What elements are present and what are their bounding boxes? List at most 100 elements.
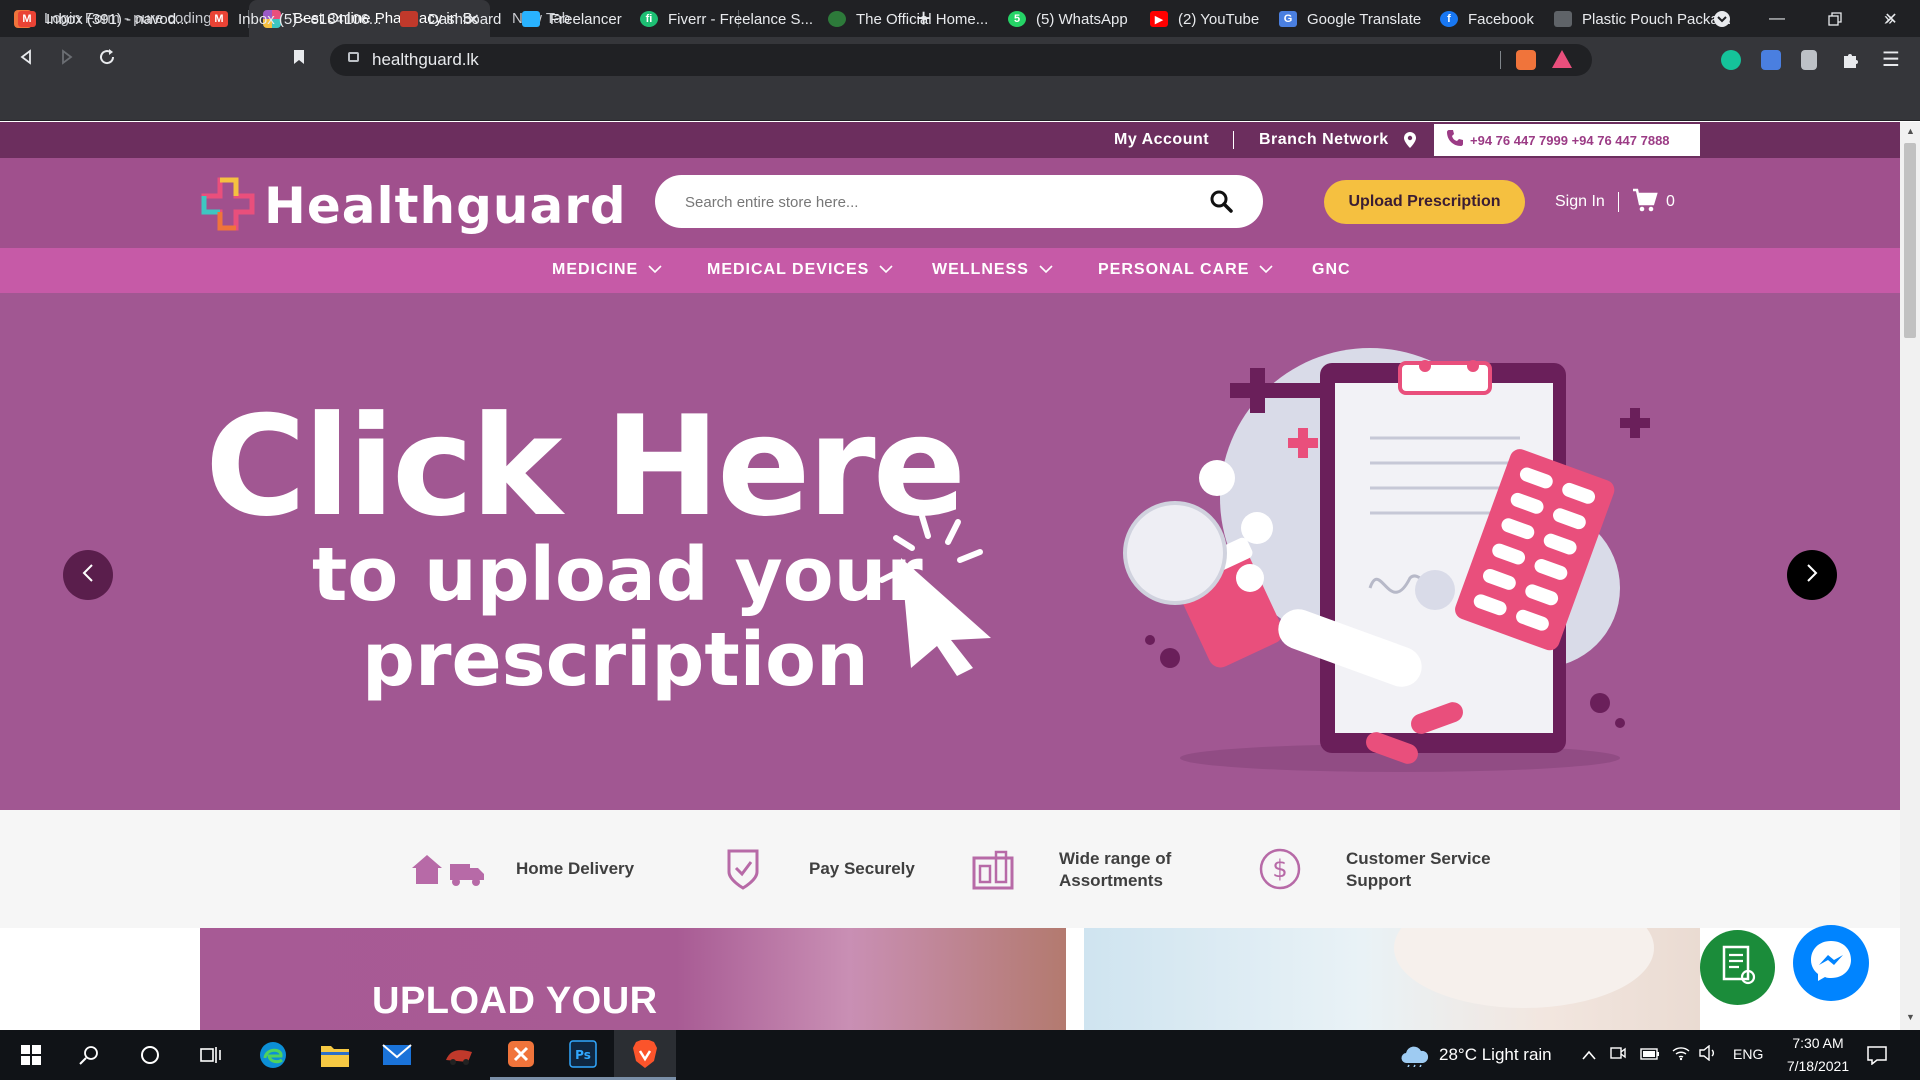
pouch-icon [1554, 11, 1572, 27]
hero-banner[interactable]: Click Here to upload your prescription [0, 293, 1900, 810]
bookmark-item[interactable]: M Inbox (5) - e184106... [210, 0, 381, 38]
hero-subline: prescription [362, 617, 869, 703]
edge-icon[interactable] [242, 1030, 304, 1080]
chevron-up-icon[interactable] [1582, 1047, 1596, 1065]
bookmark-item[interactable]: ▶ (2) YouTube [1150, 0, 1259, 38]
bookmark-item[interactable]: fi Fiverr - Freelance S... [640, 0, 813, 38]
nav-gnc[interactable]: GNC [1312, 261, 1351, 279]
restore-icon[interactable] [1806, 0, 1864, 37]
bookmark-label: Inbox (5) - e184106... [238, 10, 382, 28]
task-view-icon[interactable] [180, 1030, 242, 1080]
scrollbar-thumb[interactable] [1904, 143, 1916, 338]
chevron-left-icon [82, 563, 94, 588]
bookmark-label: (2) YouTube [1178, 10, 1260, 28]
shield-check-icon [726, 848, 760, 895]
meet-now-icon[interactable] [1610, 1045, 1626, 1066]
wifi-icon[interactable] [1672, 1045, 1690, 1066]
cart-icon[interactable] [1632, 188, 1658, 217]
url-text[interactable]: healthguard.lk [372, 50, 479, 70]
translate-icon: G [1279, 11, 1297, 27]
cortana-icon[interactable] [119, 1030, 181, 1080]
back-icon[interactable] [18, 48, 34, 71]
dashboard-icon [400, 11, 418, 27]
forward-icon[interactable] [59, 48, 75, 71]
brave-shields-icon[interactable] [1516, 50, 1536, 70]
brave-rewards-icon[interactable] [1552, 50, 1572, 68]
grammarly-icon[interactable] [1721, 50, 1741, 70]
nav-wellness[interactable]: WELLNESS [932, 261, 1053, 279]
feature-home-delivery: Home Delivery [516, 859, 635, 878]
bookmark-item[interactable]: Freelancer [522, 0, 622, 38]
search-icon[interactable] [1209, 189, 1233, 218]
bookmark-item[interactable]: M Inbox (391) - navod... [18, 0, 189, 38]
facebook-icon: f [1440, 11, 1458, 27]
scroll-up-icon[interactable]: ▲ [1906, 126, 1915, 136]
bookmark-label: Fiverr - Freelance S... [668, 10, 814, 28]
features-strip: Home Delivery Pay Securely Wide range of… [0, 810, 1900, 928]
minimize-icon[interactable]: — [1748, 0, 1806, 37]
home-delivery-icon [410, 852, 486, 891]
branch-network-link[interactable]: Branch Network [1259, 131, 1389, 149]
bookmark-item[interactable]: The Official Home... [828, 0, 988, 38]
reader-icon[interactable] [1801, 50, 1817, 70]
carousel-next-button[interactable] [1787, 550, 1837, 600]
bookmark-icon[interactable] [292, 48, 306, 71]
my-account-link[interactable]: My Account [1114, 131, 1209, 149]
feature-line: Assortments [1059, 871, 1163, 890]
more-bookmarks-chevron-icon[interactable]: » [1884, 0, 1894, 38]
xampp-icon[interactable] [490, 1030, 552, 1080]
shelf-icon [972, 848, 1014, 895]
nav-medicine[interactable]: MEDICINE [552, 261, 662, 279]
start-windows-icon[interactable] [0, 1030, 62, 1080]
search-icon[interactable] [58, 1030, 120, 1080]
dollar-circle-icon: $ [1259, 848, 1301, 895]
main-navigation: MEDICINE MEDICAL DEVICES WELLNESS PERSON… [0, 248, 1900, 293]
file-explorer-icon[interactable] [304, 1030, 366, 1080]
nav-personal-care[interactable]: PERSONAL CARE [1098, 261, 1273, 279]
search-bar[interactable] [655, 175, 1263, 228]
upload-promo-banner[interactable]: UPLOAD YOUR [200, 928, 1066, 1030]
bookmark-item[interactable]: Dashboard [400, 0, 501, 38]
healthguard-logo[interactable]: Healthguard [200, 176, 627, 236]
bookmark-item[interactable]: G Google Translate [1279, 0, 1421, 38]
freelancer-icon [522, 11, 540, 27]
nav-label: WELLNESS [932, 261, 1029, 278]
bookmark-item[interactable]: f Facebook [1440, 0, 1534, 38]
search-input[interactable] [685, 189, 1165, 215]
photoshop-icon[interactable]: Ps [552, 1030, 614, 1080]
bookmark-item[interactable]: Plastic Pouch Packa... [1554, 0, 1731, 38]
nav-medical-devices[interactable]: MEDICAL DEVICES [707, 261, 893, 279]
reload-icon[interactable] [98, 48, 116, 72]
phone-numbers[interactable]: +94 76 447 7999 +94 76 447 7888 [1434, 124, 1700, 156]
hero-headline: Click Here [205, 386, 966, 547]
address-bar[interactable]: healthguard.lk [330, 44, 1592, 76]
brave-browser-icon[interactable] [614, 1030, 676, 1080]
bookmark-label: Inbox (391) - navod... [46, 10, 189, 28]
messenger-float-button[interactable] [1793, 925, 1869, 1001]
logo-text: Healthguard [264, 177, 627, 235]
volume-icon[interactable] [1699, 1044, 1717, 1066]
promo-banner-right[interactable] [1084, 928, 1700, 1030]
upload-prescription-button[interactable]: Upload Prescription [1324, 180, 1525, 224]
bookmark-item[interactable]: 5 (5) WhatsApp [1008, 0, 1128, 38]
sign-in-link[interactable]: Sign In [1555, 193, 1605, 211]
weather-cloud-icon[interactable] [1399, 1043, 1429, 1072]
clock-date[interactable]: 7/18/2021 [1776, 1058, 1860, 1074]
whatsapp-icon: 5 [1008, 11, 1026, 27]
weather-text[interactable]: 28°C Light rain [1439, 1045, 1552, 1065]
google-translate-ext-icon[interactable] [1761, 50, 1781, 70]
bookmark-label: Facebook [1468, 10, 1534, 28]
mail-icon[interactable] [366, 1030, 428, 1080]
menu-icon[interactable]: ☰ [1882, 50, 1902, 70]
notifications-icon[interactable] [1866, 1045, 1888, 1070]
lock-icon [348, 52, 359, 62]
battery-icon[interactable] [1640, 1047, 1660, 1065]
bookmark-label: Dashboard [428, 10, 502, 28]
clock-time[interactable]: 7:30 AM [1782, 1035, 1854, 1051]
language-indicator[interactable]: ENG [1733, 1046, 1763, 1062]
extensions-puzzle-icon[interactable] [1841, 50, 1861, 70]
scroll-down-icon[interactable]: ▼ [1906, 1012, 1915, 1022]
prescription-float-button[interactable] [1700, 930, 1775, 1005]
game-app-icon[interactable] [428, 1030, 490, 1080]
carousel-prev-button[interactable] [63, 550, 113, 600]
